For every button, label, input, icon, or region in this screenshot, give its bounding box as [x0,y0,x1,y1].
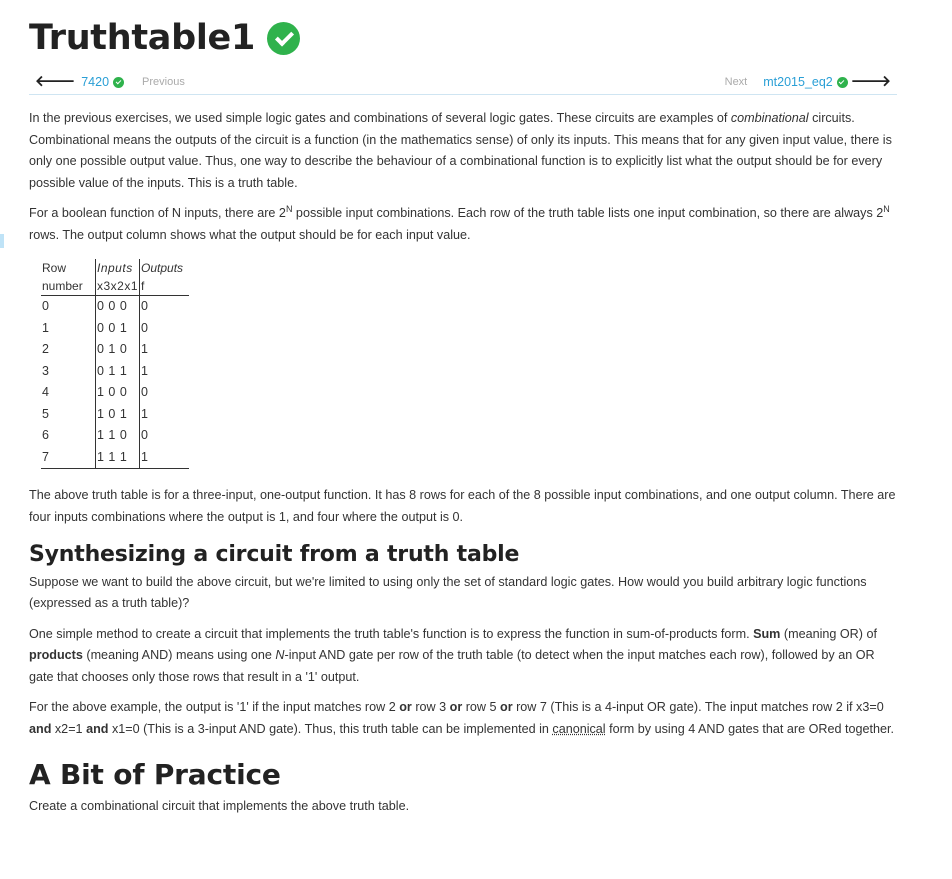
truth-table-header-row: Row Inputs Outputs [41,259,190,277]
row-inputs: 0 0 1 [94,317,140,339]
row-output: 0 [139,382,190,404]
row-number: 3 [42,363,49,378]
row-number: 4 [42,385,49,399]
header-x3x2x1: x3x2x1 [94,277,140,296]
practice-paragraph: Create a combinational circuit that impl… [29,798,410,813]
row-output: 0 [139,317,190,339]
problem-navigation: 🡐 7420 Previous Next mt2015_eq2 🡒 [29,72,897,95]
check-circle-icon [267,21,301,55]
arrow-right-icon[interactable]: 🡒 [851,74,891,89]
arrow-left-icon[interactable]: 🡐 [35,74,75,89]
next-problem-link[interactable]: mt2015_eq2 [763,75,833,89]
intro-paragraph-2: For a boolean function of N inputs, ther… [29,203,890,242]
table-row: 1 0 0 10 [41,317,190,339]
header-number: number [41,277,96,296]
row-inputs: 1 1 0 [94,425,140,447]
page-title-text: Truthtable1 [29,18,256,58]
row-inputs: 0 1 0 [94,339,140,361]
check-circle-icon [113,76,125,88]
row-output: 0 [139,295,190,318]
header-row: Row [42,261,67,275]
row-output: 1 [139,339,190,361]
row-output: 1 [139,446,190,469]
nav-previous: 🡐 7420 Previous [35,74,185,89]
table-row: 00 0 00 [41,295,190,318]
section-heading-practice: A Bit of Practice [29,758,281,791]
row-inputs: 0 1 1 [94,360,140,382]
table-row: 6 1 1 00 [41,425,190,447]
previous-label: Previous [142,76,185,88]
page-title: Truthtable1 [29,18,301,58]
table-row: 3 0 1 11 [41,360,190,382]
row-number: 0 [42,299,49,313]
row-inputs: 1 1 1 [94,446,140,469]
next-label: Next [724,76,748,88]
prev-problem-link[interactable]: 7420 [81,75,109,89]
row-number: 5 [42,406,49,421]
table-row: 4 1 0 00 [41,382,190,404]
synthesizing-paragraph-3: For the above example, the output is '1'… [29,700,895,736]
intro-paragraph-1: In the previous exercises, we used simpl… [29,111,892,190]
table-row: 71 1 11 [41,446,190,469]
main-content: In the previous exercises, we used simpl… [29,108,897,826]
synthesizing-paragraph-1: Suppose we want to build the above circu… [29,574,867,611]
check-circle-icon [836,76,848,88]
after-table-paragraph: The above truth table is for a three-inp… [29,488,896,524]
truth-table-subheader-row: number x3x2x1 f [41,277,190,296]
left-margin-marker [0,234,4,248]
row-number: 1 [42,320,49,335]
row-output: 1 [139,360,190,382]
row-output: 0 [139,425,190,447]
row-output: 1 [139,403,190,425]
header-inputs: Inputs [94,259,140,277]
section-heading-synthesizing: Synthesizing a circuit from a truth tabl… [29,542,520,567]
row-inputs: 1 0 0 [94,382,140,404]
canonical-term[interactable]: canonical [552,722,605,736]
header-outputs: Outputs [139,259,190,277]
row-number: 2 [42,342,49,356]
row-number: 7 [41,446,96,469]
row-inputs: 0 0 0 [94,295,140,318]
row-number: 6 [42,428,49,442]
table-row: 2 0 1 01 [41,339,190,361]
nav-next: Next mt2015_eq2 🡒 [724,74,891,89]
truth-table: Row Inputs Outputs number x3x2x1 f 00 0 … [41,259,190,469]
header-f: f [139,277,190,296]
synthesizing-paragraph-2: One simple method to create a circuit th… [29,626,877,684]
table-row: 5 1 0 11 [41,403,190,425]
row-inputs: 1 0 1 [94,403,140,425]
